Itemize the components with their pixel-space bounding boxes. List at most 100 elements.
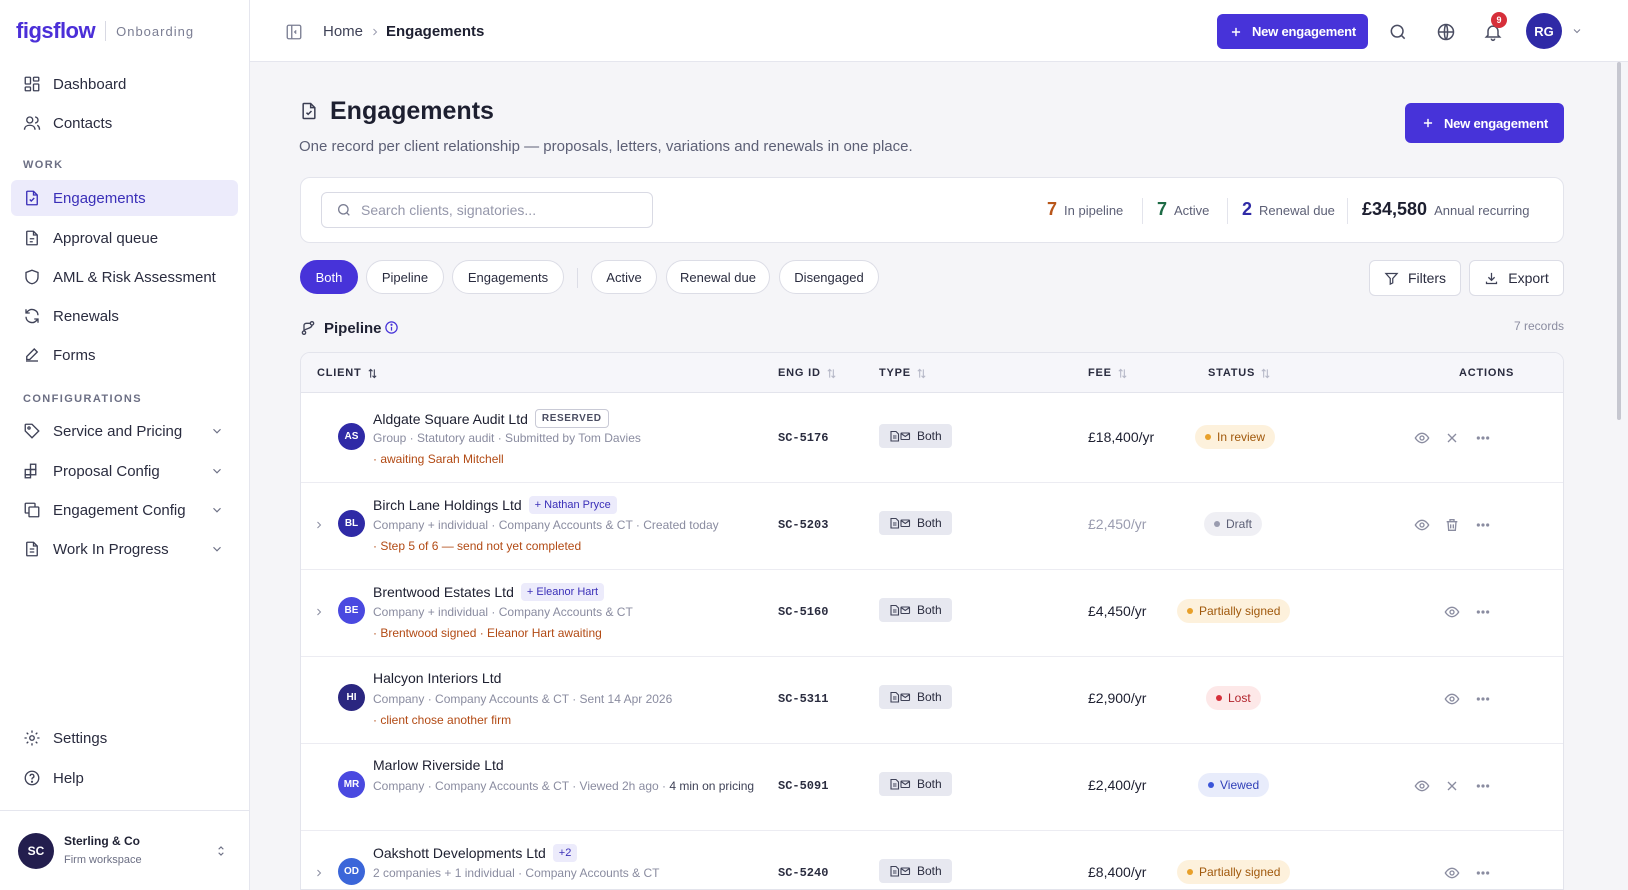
search-field[interactable] [321, 192, 653, 228]
column-header-client[interactable]: CLIENT [317, 367, 378, 379]
sidebar-item-approval-queue[interactable]: Approval queue [11, 220, 238, 256]
more-icon[interactable] [1475, 604, 1491, 620]
topbar-new-engagement-button[interactable]: New engagement [1217, 14, 1368, 49]
column-header-status[interactable]: STATUS [1208, 367, 1271, 379]
status-label: Draft [1226, 517, 1253, 531]
status-badge: Partially signed [1177, 599, 1291, 623]
user-avatar[interactable]: RG [1526, 13, 1562, 49]
info-icon[interactable] [384, 320, 399, 335]
column-header-type[interactable]: TYPE [879, 367, 927, 379]
type-badge: Both [879, 772, 952, 796]
view-icon[interactable] [1444, 604, 1460, 620]
table-row[interactable]: BL Birch Lane Holdings Ltd + Nathan Pryce C… [301, 480, 1563, 570]
filter-chip-pipeline[interactable]: Pipeline [366, 260, 444, 294]
more-icon[interactable] [1475, 517, 1491, 533]
sidebar-item-proposal-config[interactable]: Proposal Config [11, 453, 238, 489]
client-name-cell[interactable]: Marlow Riverside Ltd [373, 757, 504, 773]
filter-chip-active[interactable]: Active [591, 260, 657, 294]
document-queue-icon [26, 230, 38, 246]
sidebar-item-forms[interactable]: Forms [11, 337, 238, 373]
column-label: ENG ID [778, 367, 821, 379]
client-name: Brentwood Estates Ltd [373, 584, 514, 600]
shield-icon [25, 269, 39, 285]
view-icon[interactable] [1444, 865, 1460, 881]
sidebar-item-settings[interactable]: Settings [11, 720, 238, 756]
search-icon[interactable] [1388, 22, 1408, 42]
export-button[interactable]: Export [1469, 260, 1564, 296]
chevron-right-icon[interactable] [313, 867, 325, 879]
view-icon[interactable] [1414, 778, 1430, 794]
more-icon[interactable] [1475, 865, 1491, 881]
filter-chip-disengaged[interactable]: Disengaged [779, 260, 879, 294]
sidebar-item-engagement-config[interactable]: Engagement Config [11, 492, 238, 528]
product-tag: Onboarding [116, 23, 195, 39]
sidebar-item-help[interactable]: Help [11, 760, 238, 796]
sidebar-item-dashboard[interactable]: Dashboard [11, 66, 238, 102]
sidebar-item-label: Engagement Config [53, 501, 186, 519]
client-name-cell[interactable]: Birch Lane Holdings Ltd + Nathan Pryce [373, 496, 617, 514]
status-label: Lost [1228, 691, 1251, 705]
type-label: Both [917, 429, 942, 443]
page-scrollbar[interactable] [1617, 62, 1621, 420]
client-meta: 2 companies + 1 individual · Company Acc… [373, 866, 659, 880]
globe-icon[interactable] [1436, 22, 1456, 42]
status-badge: Partially signed [1177, 860, 1291, 884]
client-name-cell[interactable]: Aldgate Square Audit Ltd RESERVED [373, 409, 609, 428]
section-label-work: WORK [23, 159, 64, 171]
workspace-switcher[interactable]: SC Sterling & Co Firm workspace [0, 810, 250, 890]
client-meta-highlight: 4 min on pricing [669, 779, 755, 793]
sidebar-item-label: Forms [53, 346, 96, 364]
client-name-cell[interactable]: Brentwood Estates Ltd + Eleanor Hart [373, 583, 605, 601]
chevron-down-icon [213, 546, 221, 552]
client-avatar: MR [338, 771, 365, 798]
sidebar-item-work-in-progress[interactable]: Work In Progress [11, 531, 238, 567]
engagement-id: SC-5176 [778, 431, 829, 445]
view-icon[interactable] [1414, 430, 1430, 446]
sidebar-collapse-icon[interactable] [285, 23, 303, 41]
sidebar-item-service-pricing[interactable]: Service and Pricing [11, 413, 238, 449]
git-branch-icon [301, 321, 315, 335]
view-icon[interactable] [1444, 691, 1460, 707]
more-icon[interactable] [1475, 778, 1491, 794]
chevron-right-icon[interactable] [313, 606, 325, 618]
filter-chip-renewal-due[interactable]: Renewal due [666, 260, 770, 294]
stat-value: 7 [1047, 199, 1058, 219]
column-header-eng-id[interactable]: ENG ID [778, 367, 837, 379]
more-icon[interactable] [1475, 691, 1491, 707]
breadcrumb-home[interactable]: Home [323, 23, 363, 40]
client-name-cell[interactable]: Halcyon Interiors Ltd [373, 670, 501, 686]
view-icon[interactable] [1414, 517, 1430, 533]
table-row[interactable]: BE Brentwood Estates Ltd + Eleanor Hart Com… [301, 567, 1563, 657]
client-name: Marlow Riverside Ltd [373, 757, 504, 773]
brand[interactable]: figsflow Onboarding [16, 18, 194, 44]
search-input[interactable] [361, 202, 641, 218]
filters-button[interactable]: Filters [1369, 260, 1461, 296]
type-label: Both [917, 516, 942, 530]
sidebar-item-aml-risk[interactable]: AML & Risk Assessment [11, 259, 238, 295]
client-meta-text: Company · Company Accounts & CT · Viewed… [373, 779, 667, 793]
stat-divider [1227, 198, 1228, 224]
trash-icon[interactable] [1444, 517, 1460, 533]
plus-icon [1423, 118, 1433, 128]
chevron-right-icon[interactable] [313, 519, 325, 531]
filter-chip-both[interactable]: Both [300, 260, 358, 294]
close-icon[interactable] [1444, 430, 1460, 446]
sidebar-item-renewals[interactable]: Renewals [11, 298, 238, 334]
table-row[interactable]: MR Marlow Riverside Ltd Company · Company … [301, 741, 1563, 831]
table-row[interactable]: OD Oakshott Developments Ltd +2 2 companies… [301, 828, 1563, 889]
new-engagement-button[interactable]: New engagement [1405, 103, 1564, 143]
sidebar-item-contacts[interactable]: Contacts [11, 105, 238, 141]
table-row[interactable]: HI Halcyon Interiors Ltd Company · Company… [301, 654, 1563, 744]
chevron-down-icon[interactable] [1571, 25, 1583, 37]
blocks-icon [24, 463, 37, 479]
client-name-cell[interactable]: Oakshott Developments Ltd +2 [373, 844, 578, 862]
client-note: · client chose another firm [373, 713, 512, 727]
table-row[interactable]: AS Aldgate Square Audit Ltd RESERVED Group … [301, 393, 1563, 483]
close-icon[interactable] [1444, 778, 1460, 794]
more-icon[interactable] [1475, 430, 1491, 446]
filter-chip-engagements[interactable]: Engagements [452, 260, 564, 294]
engagement-id: SC-5311 [778, 692, 829, 706]
client-note: · awaiting Sarah Mitchell [373, 452, 504, 466]
sidebar-item-engagements[interactable]: Engagements [11, 180, 238, 216]
column-header-fee[interactable]: FEE [1088, 367, 1128, 379]
